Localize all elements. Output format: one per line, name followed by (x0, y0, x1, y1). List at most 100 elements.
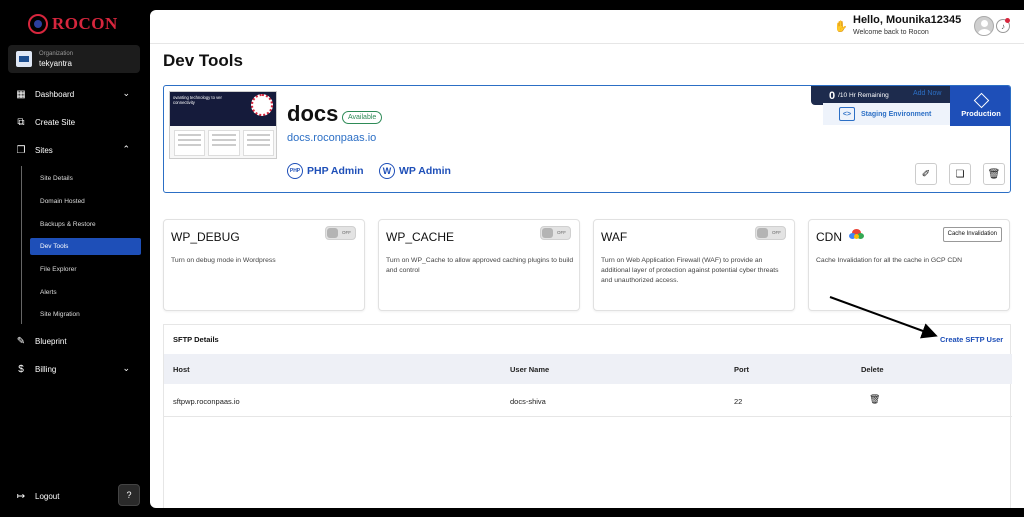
toggle-knob (327, 228, 338, 238)
feature-title: WAF (601, 230, 628, 244)
wp-cache-toggle[interactable]: OFF (540, 226, 571, 240)
sidebar-subitem-dev-tools[interactable]: Dev Tools (30, 238, 141, 255)
sidebar-subitem-file-explorer[interactable]: File Explorer (30, 261, 141, 278)
username-cell: docs-shiva (510, 397, 546, 406)
chevron-down-icon: ⌄ (122, 363, 130, 373)
feature-description: Turn on debug mode in Wordpress (171, 257, 276, 264)
toggle-knob (542, 228, 553, 238)
sftp-details-panel: SFTP Details Create SFTP User Host User … (163, 324, 1012, 508)
sidebar: ROCON Organization tekyantra ▦ Dashboard… (0, 0, 150, 517)
trash-icon[interactable]: 🗑 (869, 394, 880, 405)
thumbnail-badge (251, 94, 273, 116)
logout-label: Logout (35, 491, 60, 501)
wp-cache-card: WP_CACHE OFF Turn on WP_Cache to allow a… (378, 219, 580, 311)
wp-debug-toggle[interactable]: OFF (325, 226, 356, 240)
sidebar-subitem-backups-restore[interactable]: Backups & Restore (30, 216, 141, 233)
submenu-divider (21, 166, 22, 324)
user-avatar[interactable] (974, 16, 994, 36)
blueprint-icon: ✎ (16, 335, 26, 347)
sidebar-item-label: Blueprint (35, 336, 67, 346)
sidebar-item-billing[interactable]: $ Billing ⌄ (16, 359, 142, 379)
site-thumbnail[interactable]: ovanting technology to ver connectivity (169, 91, 277, 159)
page-title: Dev Tools (163, 51, 243, 70)
table-header: Host User Name Port Delete (164, 354, 1012, 384)
sidebar-subitem-domain-hosted[interactable]: Domain Hosted (30, 193, 141, 210)
delete-site-button[interactable]: 🗑 (983, 163, 1005, 185)
waf-card: WAF OFF Turn on Web Application Firewall… (593, 219, 795, 311)
help-button[interactable]: ? (118, 484, 140, 506)
feature-description: Cache Invalidation for all the cache in … (816, 257, 963, 264)
wp-admin-link[interactable]: W WP Admin (379, 162, 451, 180)
column-header-host: Host (173, 365, 190, 374)
sidebar-item-blueprint[interactable]: ✎ Blueprint (16, 331, 142, 351)
site-card: ovanting technology to ver connectivity … (163, 85, 1011, 193)
sidebar-item-label: Billing (35, 364, 57, 374)
trash-icon: 🗑 (987, 168, 1001, 180)
feature-description: Turn on WP_Cache to allow approved cachi… (386, 257, 574, 274)
thumbnail-column (242, 130, 274, 156)
thumbnail-column (174, 130, 206, 156)
google-cloud-icon (849, 229, 864, 239)
magic-wand-button[interactable]: ✐ (915, 163, 937, 185)
toggle-label: OFF (342, 230, 351, 235)
status-badge: Available (342, 111, 383, 124)
sidebar-item-label: Sites (35, 145, 53, 155)
cube-icon (973, 92, 989, 108)
logo-text: ROCON (52, 14, 118, 33)
create-site-icon: ⧉ (17, 116, 25, 128)
chevron-down-icon: ⌄ (122, 88, 130, 98)
sidebar-item-dashboard[interactable]: ▦ Dashboard ⌄ (16, 84, 142, 104)
waf-toggle[interactable]: OFF (755, 226, 786, 240)
toggle-label: OFF (557, 230, 566, 235)
logout-icon: ↦ (16, 490, 26, 502)
cdn-card: CDN Cache Invalidation Cache Invalidatio… (808, 219, 1010, 311)
host-cell: sftpwp.roconpaas.io (173, 397, 240, 406)
production-tab[interactable]: Production (950, 86, 1010, 126)
create-sftp-user-link[interactable]: Create SFTP User (940, 335, 1003, 344)
notification-badge (1005, 18, 1010, 23)
toggle-knob (757, 228, 768, 238)
feature-title: WP_CACHE (386, 230, 455, 244)
column-header-port: Port (734, 365, 749, 374)
sites-icon: ❐ (16, 144, 26, 156)
grid-icon: ▦ (16, 88, 26, 100)
rocon-logo-icon (28, 14, 48, 34)
php-admin-label: PHP Admin (307, 165, 364, 177)
toggle-label: OFF (772, 230, 781, 235)
wordpress-icon: W (379, 163, 395, 179)
production-label: Production (961, 108, 1001, 118)
sidebar-subitem-site-migration[interactable]: Site Migration (30, 306, 141, 323)
wp-debug-card: WP_DEBUG OFF Turn on debug mode in Wordp… (163, 219, 365, 311)
site-url-link[interactable]: docs.roconpaas.io (287, 132, 376, 144)
organization-avatar (16, 51, 32, 67)
sidebar-item-label: Create Site (35, 117, 76, 127)
sidebar-subitem-site-details[interactable]: Site Details (30, 170, 141, 187)
cache-invalidation-button[interactable]: Cache Invalidation (942, 227, 1002, 242)
dollar-icon: $ (18, 363, 24, 375)
thumbnail-text: ovanting technology to ver connectivity (173, 95, 222, 106)
clone-button[interactable]: ❏ (949, 163, 971, 185)
port-cell: 22 (734, 397, 743, 406)
organization-switcher[interactable]: Organization tekyantra (8, 45, 140, 73)
code-icon: <> (839, 107, 855, 121)
php-admin-link[interactable]: PHP PHP Admin (287, 162, 364, 180)
sidebar-item-sites[interactable]: ❐ Sites ⌃ (16, 140, 142, 160)
copy-icon: ❏ (955, 168, 965, 180)
greeting: Hello, Mounika12345 (853, 14, 962, 26)
feature-title: WP_DEBUG (171, 230, 240, 244)
quota-number: 0 (829, 89, 836, 102)
sidebar-item-create-site[interactable]: ⧉ Create Site (16, 112, 142, 132)
feature-title: CDN (816, 230, 842, 244)
sidebar-subitem-alerts[interactable]: Alerts (30, 284, 141, 301)
table-row: sftpwp.roconpaas.io docs-shiva 22 🗑 (164, 384, 1012, 417)
column-header-delete: Delete (861, 365, 884, 374)
organization-label: Organization (39, 50, 74, 57)
rocon-logo[interactable]: ROCON (28, 14, 118, 34)
add-now-link[interactable]: Add Now (913, 90, 941, 97)
wave-hand-icon: ✋ (834, 21, 848, 33)
welcome-text: Welcome back to Rocon (853, 29, 929, 36)
site-name: docs (287, 101, 339, 126)
organization-name: tekyantra (39, 58, 72, 68)
staging-environment-tab[interactable]: <> Staging Environment (823, 103, 950, 125)
thumbnail-columns (174, 130, 274, 156)
